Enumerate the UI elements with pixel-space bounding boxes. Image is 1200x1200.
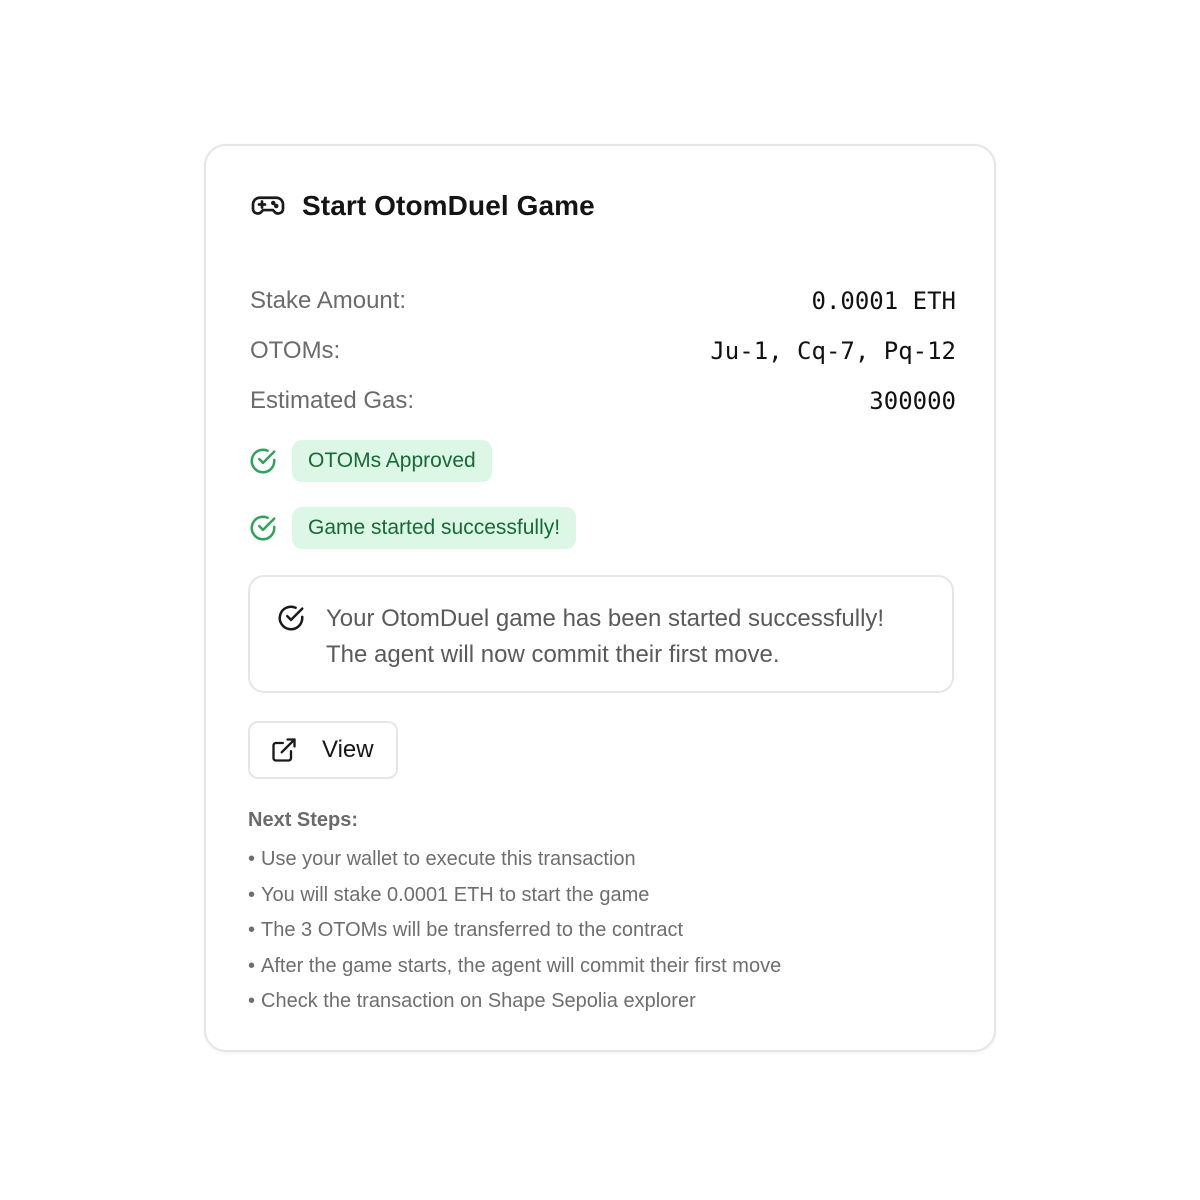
success-message-text: Your OtomDuel game has been started succ… [326, 601, 884, 673]
detail-row-gas: Estimated Gas: 300000 [250, 376, 956, 426]
estimated-gas-label: Estimated Gas: [250, 387, 415, 414]
otoms-label: OTOMs: [250, 337, 341, 364]
gamepad-icon [250, 188, 286, 224]
next-steps-heading: Next Steps: [248, 809, 359, 831]
success-message-line-2: The agent will now commit their first mo… [326, 641, 780, 668]
view-button-label: View [322, 736, 374, 763]
list-item: • You will stake 0.0001 ETH to start the … [248, 883, 650, 906]
status-badge: Game started successfully! [292, 507, 577, 549]
list-item: • The 3 OTOMs will be transferred to the … [248, 919, 684, 941]
list-item-text: After the game starts, the agent will co… [261, 954, 782, 977]
stake-amount-value: 0.0001 ETH [811, 287, 957, 315]
list-item-text: Use your wallet to execute this transact… [261, 848, 636, 870]
card-title: Start OtomDuel Game [302, 190, 595, 221]
list-item: • Check the transaction on Shape Sepolia … [248, 990, 696, 1012]
external-link-icon [270, 736, 298, 764]
status-game-started: Game started successfully! [248, 507, 577, 549]
detail-row-stake: Stake Amount: 0.0001 ETH [250, 276, 956, 326]
status-otoms-approved: OTOMs Approved [248, 440, 492, 482]
next-steps: Next Steps: • Use your wallet to execute … [248, 806, 954, 1020]
details-list: Stake Amount: 0.0001 ETH OTOMs: Ju-1, Cq… [250, 276, 956, 426]
estimated-gas-value: 300000 [869, 387, 956, 415]
start-game-card: Start OtomDuel Game Stake Amount: 0.0001… [204, 144, 996, 1052]
status-badge: OTOMs Approved [292, 440, 492, 482]
list-item-text: Check the transaction on Shape Sepolia e… [261, 990, 696, 1012]
check-circle-icon [276, 601, 306, 633]
stake-amount-label: Stake Amount: [250, 287, 407, 314]
list-item: • After the game starts, the agent will c… [248, 954, 782, 977]
check-circle-icon [248, 513, 278, 543]
otoms-value: Ju-1, Cq-7, Pq-12 [710, 337, 956, 365]
success-message-box: Your OtomDuel game has been started succ… [248, 575, 954, 693]
check-circle-icon [248, 446, 278, 476]
detail-row-otoms: OTOMs: Ju-1, Cq-7, Pq-12 [250, 326, 956, 376]
list-item-text: The 3 OTOMs will be transferred to the c… [261, 919, 684, 941]
card-header: Start OtomDuel Game [250, 188, 595, 224]
success-message-line-1: Your OtomDuel game has been started succ… [326, 605, 885, 632]
view-button[interactable]: View [248, 721, 398, 779]
list-item: • Use your wallet to execute this transac… [248, 848, 636, 870]
list-item-text: You will stake 0.0001 ETH to start the g… [261, 883, 650, 906]
